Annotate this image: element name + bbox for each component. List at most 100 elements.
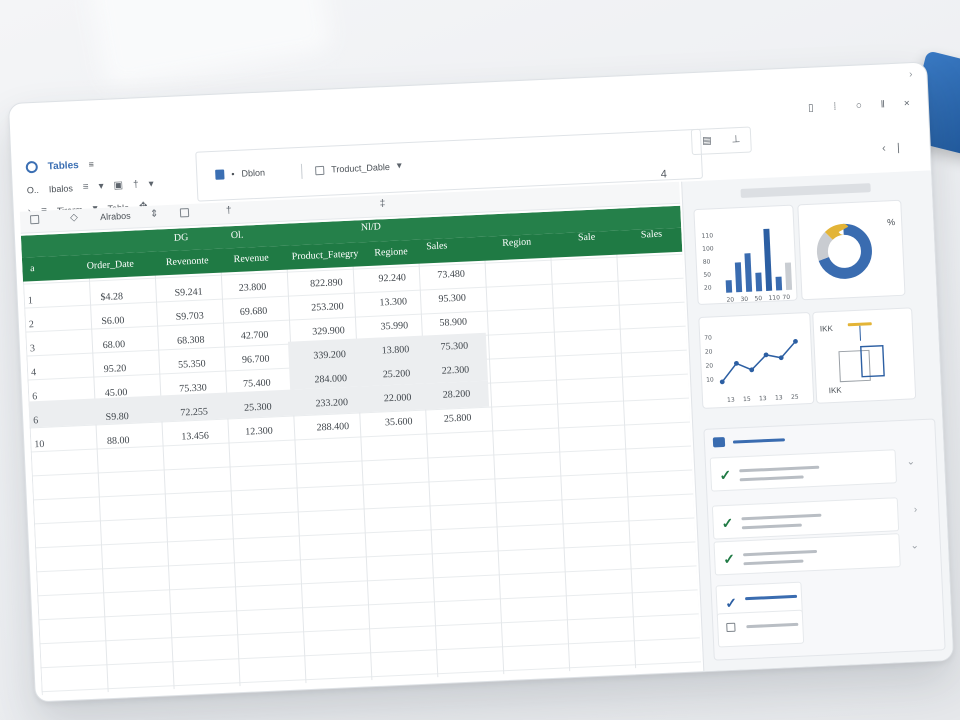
line-chart-card[interactable]: 70 20 20 10 13 15 13 13 25 — [698, 311, 815, 409]
bar-x-tick: 50 — [754, 295, 762, 302]
ribbon-list-icon[interactable]: ≡ — [83, 182, 89, 193]
mini-chart-stem — [859, 325, 862, 341]
tab-separator — [300, 163, 303, 179]
bar-y-tick: 110 — [701, 232, 713, 240]
marker-icon: † — [225, 205, 232, 217]
select-all-box[interactable] — [29, 214, 40, 225]
function-icon[interactable]: ◇ — [70, 212, 78, 223]
window-menu-icon[interactable]: › — [909, 69, 913, 80]
cell-box[interactable] — [179, 208, 190, 218]
spreadsheet-grid[interactable]: DG Ol. Nl/D Sales Region Sale Sales a Or… — [20, 205, 702, 696]
check-icon: ✓ — [722, 550, 736, 568]
ribbon-item-ibalos[interactable]: Ibalos — [49, 183, 73, 194]
view-tools: ▤ ⊥ — [690, 126, 752, 156]
task-chevron-icon[interactable]: ⌄ — [906, 456, 915, 467]
col-head-nld[interactable]: Nl/D — [351, 221, 391, 234]
col-head-ol[interactable]: Ol. — [217, 229, 257, 242]
line-x-tick: 25 — [791, 394, 799, 401]
row-number[interactable]: 3 — [30, 342, 60, 354]
task-text-bar — [741, 523, 802, 530]
tab-dblon[interactable]: • Dblon — [215, 168, 265, 180]
checkbox-icon — [726, 622, 736, 633]
bar — [784, 262, 793, 291]
mini-chart-label-top: IKK — [819, 323, 834, 334]
col-head-sales-2[interactable]: Sales — [626, 228, 676, 241]
row-number[interactable]: 6 — [32, 390, 62, 402]
task-list-header — [712, 434, 785, 448]
bar-y-tick: 50 — [703, 271, 711, 278]
bar-y-tick: 80 — [703, 258, 711, 265]
task-text-bar — [746, 622, 799, 629]
bar — [725, 280, 733, 293]
row-number[interactable]: 4 — [31, 366, 61, 378]
close-icon[interactable]: × — [900, 97, 915, 112]
bar-chart: 11010080502020 30 50 110 70 — [701, 228, 793, 304]
name-box[interactable]: Alrabos — [100, 211, 131, 222]
row-number[interactable]: 2 — [29, 318, 59, 330]
layout-icon[interactable]: ▯ — [804, 101, 819, 116]
bar — [775, 276, 783, 291]
row-number[interactable]: 10 — [34, 438, 64, 450]
bar-y-tick: 100 — [702, 245, 714, 253]
line-chart: 70 20 20 10 13 15 13 13 25 — [704, 334, 799, 403]
chevron-down-icon[interactable]: ▾ — [98, 181, 104, 192]
grid-icon[interactable]: ⁞ — [828, 100, 843, 115]
panel-divider-icon[interactable]: | — [897, 142, 900, 154]
app-logo — [25, 160, 39, 174]
donut-chart — [816, 223, 872, 279]
table-icon — [315, 165, 325, 175]
task-text-bar — [739, 465, 820, 473]
task-header-bar — [732, 437, 785, 444]
task-item[interactable] — [716, 609, 805, 648]
chevron-down-icon[interactable]: ▾ — [148, 179, 154, 190]
task-item[interactable]: ✓ ⌄ — [709, 449, 915, 492]
col-head-sales[interactable]: Sales — [417, 240, 457, 253]
line-y-tick: 20 — [705, 362, 713, 369]
sheet-icon — [215, 169, 225, 180]
task-text-bar — [743, 559, 804, 566]
donut-chart-card[interactable]: % — [797, 199, 906, 301]
format-icon[interactable]: ▣ — [113, 180, 123, 191]
tab-product-table[interactable]: Troduct_Dable ▾ — [315, 160, 403, 175]
bar-chart-card[interactable]: 110 100 80 50 20 20 30 50 110 70 — [693, 204, 798, 306]
mini-chart-card[interactable]: IKK IKK — [812, 307, 917, 404]
col-head-sale[interactable]: Sale — [561, 231, 611, 244]
info-icon[interactable]: ○ — [852, 99, 867, 114]
task-item[interactable]: ✓ › — [711, 497, 917, 540]
bar-x-tick: 70 — [782, 294, 790, 301]
donut-label: % — [886, 217, 896, 228]
pause-icon[interactable]: ‖ — [876, 98, 891, 113]
line-y-tick: 20 — [705, 348, 713, 355]
bar — [763, 228, 773, 291]
window-toolbar: ▯ ⁞ ○ ‖ × — [804, 97, 915, 116]
stepper-icon[interactable]: ⇕ — [150, 208, 159, 219]
task-list: ✓ ⌄ ✓ › ✓ ⌄ ✓ — [704, 419, 934, 648]
task-chevron-icon[interactable]: ⌄ — [910, 540, 919, 551]
col-head-dg[interactable]: DG — [161, 232, 201, 245]
task-list-card: ✓ ⌄ ✓ › ✓ ⌄ ✓ — [703, 418, 946, 661]
page-icon[interactable]: ▤ — [702, 135, 712, 146]
line-y-tick: 10 — [706, 376, 714, 383]
pin-icon[interactable]: † — [133, 179, 139, 190]
task-item[interactable]: ✓ ⌄ — [713, 533, 919, 576]
line-x-tick: 13 — [775, 394, 783, 401]
title-marker: ≡ — [88, 159, 95, 170]
sort-marker-icon[interactable]: ‡ — [380, 198, 386, 209]
panel-scrollbar[interactable] — [740, 183, 871, 198]
app-title: Tables — [47, 159, 79, 172]
line-x-tick: 13 — [759, 395, 767, 402]
task-text-bar — [745, 594, 798, 601]
task-text-bar — [741, 513, 822, 521]
ribbon-item-o[interactable]: O.. — [27, 185, 39, 196]
row-number[interactable]: 6 — [33, 414, 63, 426]
check-icon: ✓ — [724, 594, 738, 612]
sort-icon[interactable]: ⊥ — [731, 134, 740, 145]
task-chevron-icon[interactable]: › — [914, 504, 918, 515]
collapse-icon[interactable]: ‹ — [882, 142, 886, 154]
chevron-down-icon: ▾ — [396, 160, 403, 172]
row-number[interactable]: 1 — [28, 294, 58, 306]
task-header-icon — [712, 436, 726, 448]
mini-chart-label-bottom: IKK — [828, 385, 842, 396]
bar — [744, 253, 753, 292]
sheet-index: 4 — [660, 168, 668, 181]
